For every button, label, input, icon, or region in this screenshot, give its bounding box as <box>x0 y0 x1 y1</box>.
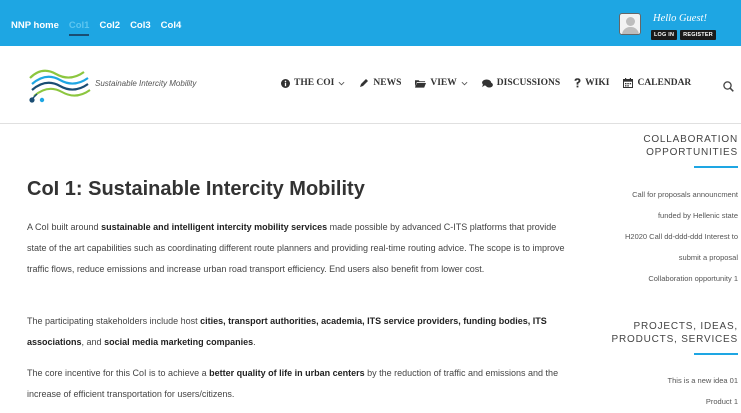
chevron-down-icon <box>461 81 468 85</box>
top-nav-col4[interactable]: Col4 <box>161 20 182 36</box>
guest-greeting: Hello Guest! <box>653 13 707 24</box>
heading-line: COLLABORATION <box>643 134 738 145</box>
collaboration-heading: COLLABORATION OPPORTUNITIES <box>595 133 738 159</box>
project-link[interactable]: Product 1 <box>595 391 738 412</box>
question-icon <box>574 78 581 88</box>
site-tagline: Sustainable Intercity Mobility <box>95 79 197 88</box>
text-run: A CoI built around <box>27 222 102 232</box>
nav-the-coi[interactable]: THE COI <box>281 78 345 88</box>
nav-discussions-label: DISCUSSIONS <box>496 78 561 88</box>
nav-view-label: VIEW <box>430 78 457 88</box>
stakeholders-paragraph: The participating stakeholders include h… <box>27 311 567 353</box>
chat-icon <box>481 78 493 88</box>
nav-calendar-label: CALENDAR <box>637 78 692 88</box>
collab-link[interactable]: submit a proposal <box>595 247 738 268</box>
nav-news-label: NEWS <box>373 78 402 88</box>
projects-list: This is a new idea 01 Product 1 <box>595 370 738 412</box>
text-run-bold: social media marketing companies <box>104 337 254 347</box>
top-bar: NNP home Col1 Col2 Col3 Col4 Hello Guest… <box>0 0 741 46</box>
collab-link[interactable]: Call for proposals announcment <box>595 184 738 205</box>
text-run-bold: better quality of life in urban centers <box>209 368 365 378</box>
top-nav-col2[interactable]: Col2 <box>99 20 120 36</box>
collaboration-widget: COLLABORATION OPPORTUNITIES Call for pro… <box>595 133 738 289</box>
collaboration-list: Call for proposals announcment funded by… <box>595 184 738 289</box>
pencil-icon <box>360 79 369 87</box>
nav-wiki[interactable]: WIKI <box>574 78 609 88</box>
projects-heading: PROJECTS, IDEAS, PRODUCTS, SERVICES <box>595 320 738 346</box>
avatar[interactable] <box>619 13 641 35</box>
logo[interactable] <box>28 64 92 109</box>
heading-line: PRODUCTS, SERVICES <box>611 334 738 345</box>
nav-news[interactable]: NEWS <box>359 78 401 88</box>
avatar-head-icon <box>626 17 635 26</box>
text-run: The core incentive for this CoI is to ac… <box>27 368 210 378</box>
auth-buttons: LOG IN REGISTER <box>651 30 716 40</box>
incentive-paragraph: The core incentive for this CoI is to ac… <box>27 363 567 405</box>
avatar-body-icon <box>622 27 639 34</box>
intro-paragraph: A CoI built around sustainable and intel… <box>27 217 567 280</box>
heading-line: OPPORTUNITIES <box>646 147 738 158</box>
text-run: , and <box>81 337 105 347</box>
calendar-icon <box>623 78 634 88</box>
page-title: CoI 1: Sustainable Intercity Mobility <box>27 178 365 200</box>
heading-divider <box>694 166 738 168</box>
main-content: CoI 1: Sustainable Intercity Mobility A … <box>0 125 741 413</box>
heading-divider <box>694 353 738 355</box>
search-button[interactable] <box>723 79 734 97</box>
site-header: Sustainable Intercity Mobility THE COI N… <box>0 46 741 124</box>
login-button[interactable]: LOG IN <box>651 30 678 40</box>
chevron-down-icon <box>338 81 345 85</box>
info-icon <box>281 78 290 88</box>
nav-calendar[interactable]: CALENDAR <box>623 78 691 88</box>
register-button[interactable]: REGISTER <box>680 30 716 40</box>
top-nav-nnp-home[interactable]: NNP home <box>11 20 59 36</box>
search-icon <box>723 81 734 92</box>
collab-link[interactable]: funded by Hellenic state <box>595 205 738 226</box>
main-nav: THE COI NEWS VIEW DISCUSSIONS WIKI CALEN… <box>281 78 691 88</box>
logo-icon <box>29 69 91 103</box>
nav-wiki-label: WIKI <box>585 78 610 88</box>
top-nav-col3[interactable]: Col3 <box>130 20 151 36</box>
nav-discussions[interactable]: DISCUSSIONS <box>481 78 561 88</box>
collab-link[interactable]: H2020 Call dd-ddd-ddd Interest to <box>595 226 738 247</box>
text-run: The participating stakeholders include h… <box>27 316 201 326</box>
nav-view[interactable]: VIEW <box>415 78 468 88</box>
heading-line: PROJECTS, IDEAS, <box>633 321 738 332</box>
nav-the-coi-label: THE COI <box>294 78 335 88</box>
text-run-bold: sustainable and intelligent intercity mo… <box>101 222 328 232</box>
project-link[interactable]: This is a new idea 01 <box>595 370 738 391</box>
collab-link[interactable]: Collaboration opportunity 1 <box>595 268 738 289</box>
top-nav-col1[interactable]: Col1 <box>68 20 90 36</box>
projects-widget: PROJECTS, IDEAS, PRODUCTS, SERVICES This… <box>595 320 738 412</box>
text-run: . <box>253 337 256 347</box>
folder-icon <box>415 79 427 88</box>
top-nav: NNP home Col1 Col2 Col3 Col4 <box>11 20 181 36</box>
